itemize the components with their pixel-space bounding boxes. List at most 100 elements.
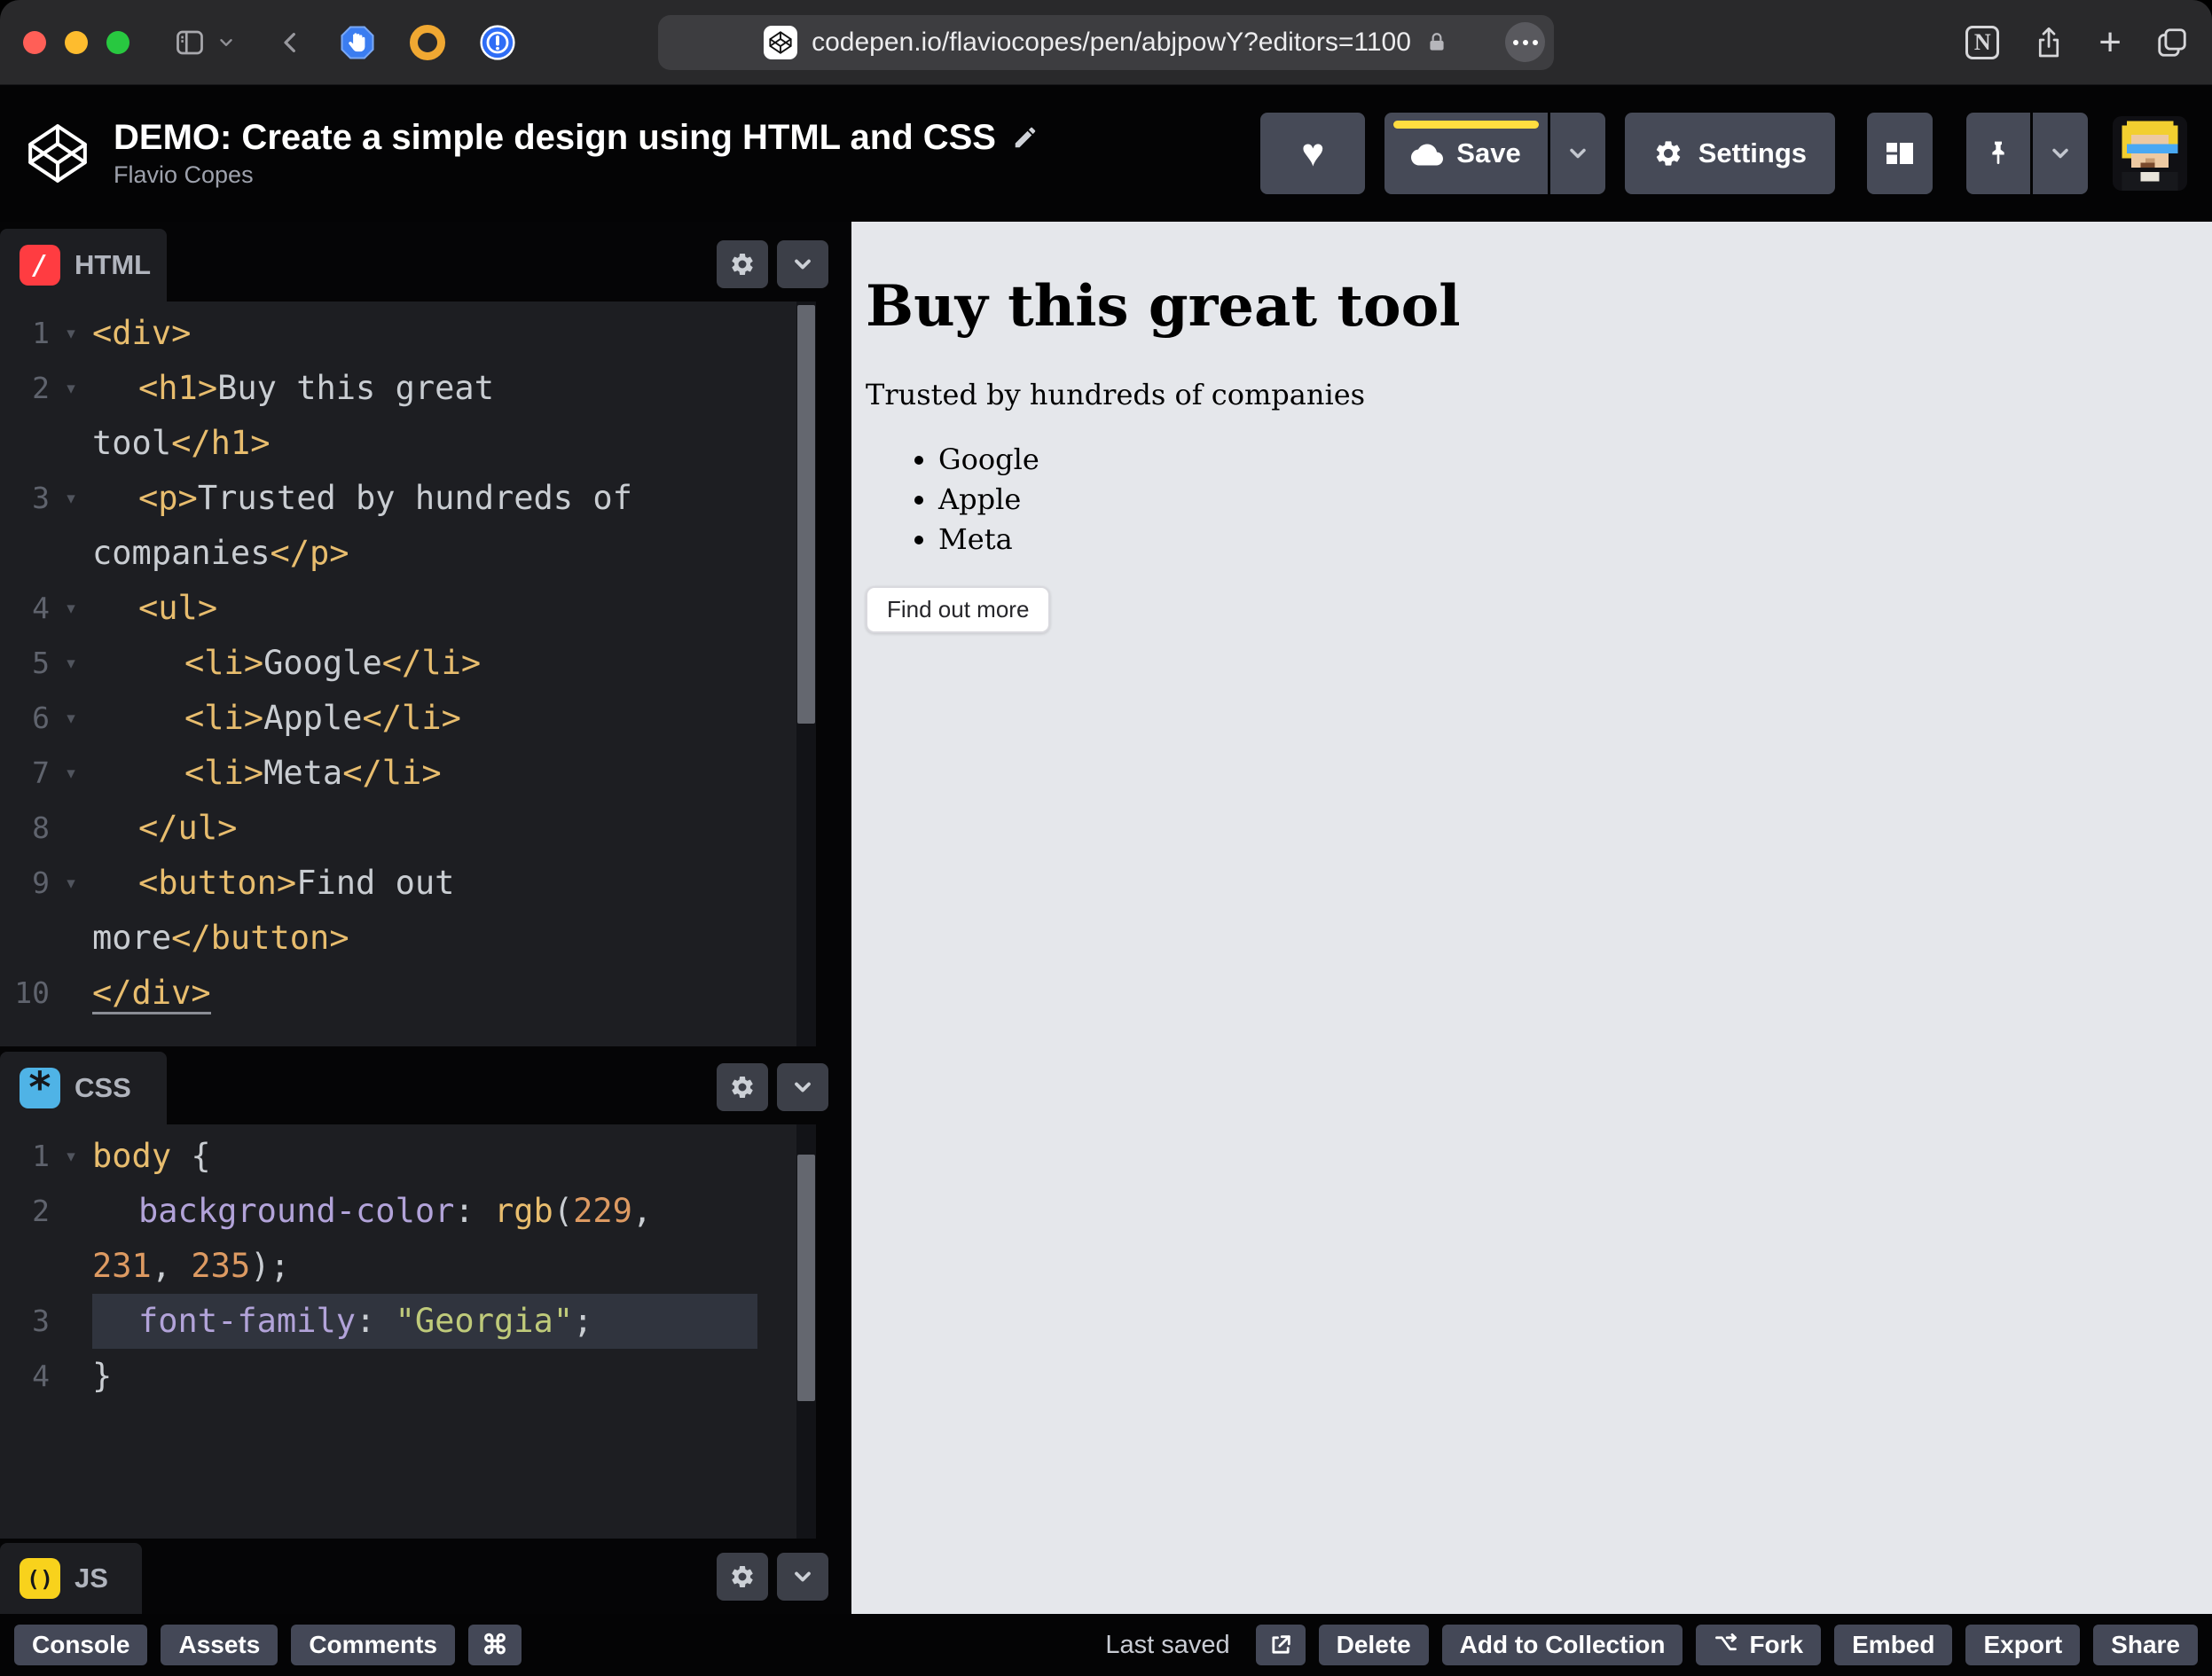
- fold-arrow-icon[interactable]: ▾: [50, 471, 92, 526]
- fold-arrow-icon[interactable]: ▾: [50, 636, 92, 691]
- share-button[interactable]: Share: [2093, 1625, 2198, 1665]
- code-row[interactable]: 7 ▾ <li>Meta</li>: [0, 746, 816, 801]
- zoom-window-button[interactable]: [106, 30, 129, 54]
- code-row[interactable]: tool</h1>: [0, 416, 816, 471]
- edit-title-icon[interactable]: [1012, 124, 1039, 151]
- fold-arrow-icon[interactable]: ▾: [50, 691, 92, 746]
- code-row[interactable]: 4}: [0, 1349, 816, 1404]
- css-code-editor[interactable]: 1 ▾ body {2 background-color: rgb(229, 231, …: [0, 1124, 816, 1539]
- page-menu-button[interactable]: [1505, 22, 1545, 62]
- code-line[interactable]: <p>Trusted by hundreds of: [92, 471, 632, 526]
- css-collapse-button[interactable]: [777, 1063, 828, 1111]
- js-settings-button[interactable]: [717, 1553, 768, 1601]
- like-button[interactable]: ♥: [1260, 113, 1366, 194]
- code-line[interactable]: 231, 235);: [92, 1239, 290, 1294]
- ring-extension-icon[interactable]: [410, 24, 445, 60]
- css-settings-button[interactable]: [717, 1063, 768, 1111]
- console-button[interactable]: Console: [14, 1625, 148, 1665]
- address-bar[interactable]: codepen.io/flaviocopes/pen/abjpowY?edito…: [658, 14, 1554, 70]
- open-live-view-button[interactable]: [1255, 1625, 1306, 1665]
- code-line[interactable]: <li>Apple</li>: [92, 691, 461, 746]
- html-settings-button[interactable]: [717, 240, 768, 288]
- code-line[interactable]: font-family: "Georgia";: [92, 1294, 757, 1349]
- code-line[interactable]: <button>Find out: [92, 856, 454, 911]
- js-collapse-button[interactable]: [777, 1553, 828, 1601]
- password-manager-extension-icon[interactable]: [479, 24, 516, 61]
- code-row[interactable]: 10 </div>: [0, 966, 816, 1021]
- tab-overview-icon[interactable]: [2155, 26, 2189, 59]
- tab-js[interactable]: () JS: [0, 1543, 142, 1614]
- avatar[interactable]: [2113, 116, 2187, 191]
- tab-css[interactable]: * CSS: [0, 1052, 167, 1124]
- share-icon[interactable]: [2033, 25, 2065, 60]
- code-line[interactable]: <div>: [92, 306, 191, 361]
- code-line[interactable]: }: [92, 1349, 112, 1404]
- fold-arrow-icon[interactable]: ▾: [50, 856, 92, 911]
- fork-label: Fork: [1749, 1631, 1804, 1658]
- code-line[interactable]: more</button>: [92, 911, 349, 966]
- find-out-more-button[interactable]: Find out more: [866, 585, 1051, 633]
- html-code-editor[interactable]: 1 ▾ <div> 2 ▾ <h1>Buy this great tool</h1> 3 ▾ <p…: [0, 302, 816, 1046]
- add-to-collection-button[interactable]: Add to Collection: [1441, 1625, 1683, 1665]
- code-line[interactable]: </div>: [92, 966, 211, 1021]
- stop-hand-extension-icon[interactable]: [339, 24, 376, 61]
- pin-button[interactable]: [1966, 113, 2030, 194]
- notion-extension-icon[interactable]: N: [1965, 25, 2000, 59]
- html-scrollbar-thumb[interactable]: [797, 305, 815, 724]
- code-line[interactable]: background-color: rgb(229,: [92, 1184, 652, 1239]
- code-row[interactable]: 4 ▾ <ul>: [0, 581, 816, 636]
- code-line[interactable]: <ul>: [92, 581, 217, 636]
- settings-button[interactable]: Settings: [1624, 113, 1835, 194]
- assets-button[interactable]: Assets: [161, 1625, 278, 1665]
- code-row[interactable]: 2 background-color: rgb(229,: [0, 1184, 816, 1239]
- html-collapse-button[interactable]: [777, 240, 828, 288]
- embed-button[interactable]: Embed: [1834, 1625, 1953, 1665]
- code-line[interactable]: tool</h1>: [92, 416, 271, 471]
- code-line[interactable]: <li>Google</li>: [92, 636, 481, 691]
- code-row[interactable]: companies</p>: [0, 526, 816, 581]
- save-options-button[interactable]: [1549, 113, 1605, 194]
- sidebar-toggle-icon[interactable]: [172, 27, 208, 59]
- close-window-button[interactable]: [23, 30, 46, 54]
- fold-arrow-icon[interactable]: ▾: [50, 361, 92, 416]
- sidebar-chevron-icon[interactable]: [216, 33, 236, 52]
- shortcuts-button[interactable]: ⌘: [468, 1625, 522, 1665]
- code-row[interactable]: 9 ▾ <button>Find out: [0, 856, 816, 911]
- code-row[interactable]: 231, 235);: [0, 1239, 816, 1294]
- minimize-window-button[interactable]: [65, 30, 88, 54]
- fold-arrow-icon[interactable]: ▾: [50, 746, 92, 801]
- back-button-icon[interactable]: [277, 28, 305, 57]
- code-line[interactable]: <li>Meta</li>: [92, 746, 442, 801]
- code-row[interactable]: 3 ▾ <p>Trusted by hundreds of: [0, 471, 816, 526]
- export-button[interactable]: Export: [1965, 1625, 2081, 1665]
- line-number: 9: [32, 865, 50, 900]
- tab-html[interactable]: / HTML: [0, 229, 167, 302]
- code-line[interactable]: companies</p>: [92, 526, 349, 581]
- code-row[interactable]: 3 font-family: "Georgia";: [0, 1294, 816, 1349]
- fold-arrow-icon[interactable]: ▾: [50, 581, 92, 636]
- code-row[interactable]: 6 ▾ <li>Apple</li>: [0, 691, 816, 746]
- code-row[interactable]: 2 ▾ <h1>Buy this great: [0, 361, 816, 416]
- css-scrollbar-thumb[interactable]: [797, 1155, 815, 1401]
- line-number: 3: [32, 1304, 50, 1338]
- fork-button[interactable]: Fork: [1696, 1625, 1822, 1665]
- code-row[interactable]: more</button>: [0, 911, 816, 966]
- fold-arrow-icon[interactable]: ▾: [50, 1129, 92, 1184]
- external-link-icon: [1268, 1633, 1293, 1657]
- code-row[interactable]: 1 ▾ body {: [0, 1129, 816, 1184]
- save-button[interactable]: Save: [1384, 113, 1548, 194]
- pen-author[interactable]: Flavio Copes: [114, 163, 1039, 187]
- codepen-logo[interactable]: [25, 121, 90, 186]
- change-view-button[interactable]: [1867, 113, 1933, 194]
- code-row[interactable]: 5 ▾ <li>Google</li>: [0, 636, 816, 691]
- code-line[interactable]: <h1>Buy this great: [92, 361, 494, 416]
- code-row[interactable]: 1 ▾ <div>: [0, 306, 816, 361]
- new-tab-icon[interactable]: +: [2098, 22, 2122, 61]
- pin-options-button[interactable]: [2033, 113, 2088, 194]
- code-line[interactable]: </ul>: [92, 801, 237, 856]
- delete-button[interactable]: Delete: [1318, 1625, 1429, 1665]
- code-line[interactable]: body {: [92, 1129, 211, 1184]
- fold-arrow-icon[interactable]: ▾: [50, 306, 92, 361]
- comments-button[interactable]: Comments: [291, 1625, 456, 1665]
- code-row[interactable]: 8 </ul>: [0, 801, 816, 856]
